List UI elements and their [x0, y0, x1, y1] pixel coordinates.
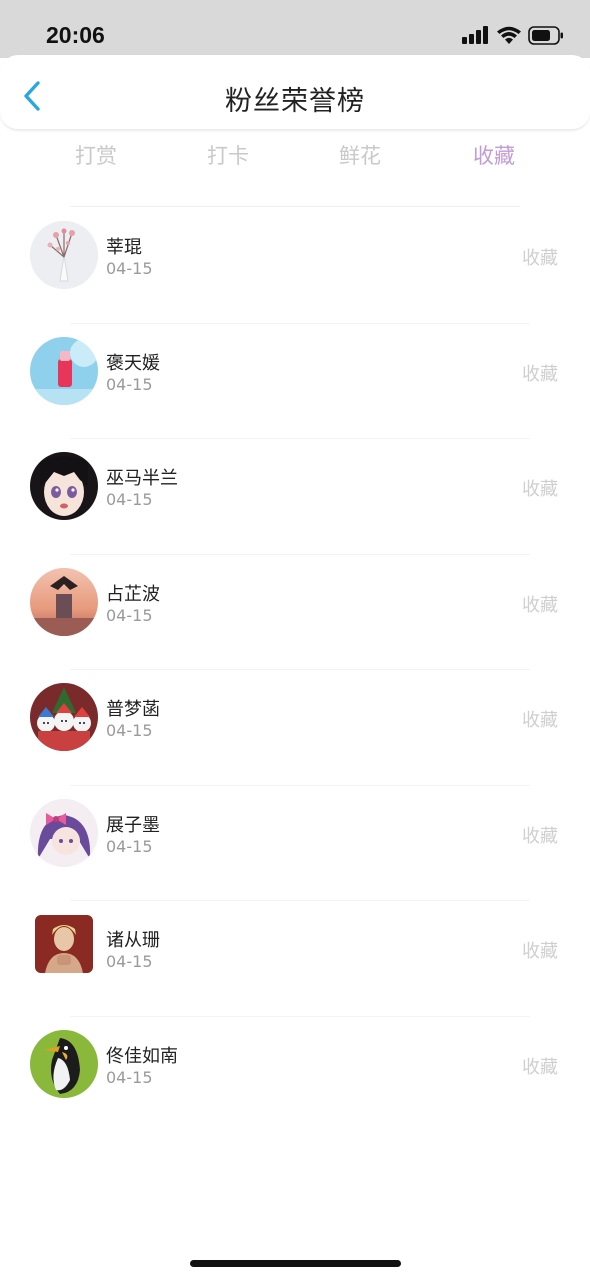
fan-action: 收藏	[522, 825, 558, 847]
tab-checkin[interactable]: 打卡	[168, 140, 288, 170]
nav-bar: 粉丝荣誉榜	[0, 55, 590, 130]
list-item[interactable]: 佟佳如南 04-15 收藏	[0, 1017, 590, 1133]
fan-action: 收藏	[522, 941, 558, 962]
status-bar: 20:06	[0, 0, 590, 58]
fan-action: 收藏	[522, 710, 558, 731]
fan-date: 04-15	[106, 259, 153, 278]
fan-list: 莘琨 04-15 收藏 褒天媛 04-15 收藏 巫马半兰 04-15 收藏 占…	[0, 208, 590, 1132]
avatar	[35, 915, 93, 973]
fan-name: 莘琨	[106, 237, 142, 258]
fan-date: 04-15	[106, 721, 153, 740]
avatar	[30, 567, 98, 636]
list-item[interactable]: 展子墨 04-15 收藏	[0, 786, 590, 901]
fan-name: 占芷波	[106, 583, 160, 605]
avatar	[30, 452, 98, 520]
list-item[interactable]: 褒天媛 04-15 收藏	[0, 324, 590, 439]
fan-action: 收藏	[522, 479, 558, 500]
list-item[interactable]: 莘琨 04-15 收藏	[0, 208, 590, 324]
fan-action: 收藏	[522, 363, 558, 385]
fan-date: 04-15	[106, 605, 153, 625]
tab-favorites[interactable]: 收藏	[434, 140, 554, 170]
fan-name: 褒天媛	[106, 352, 160, 374]
avatar	[30, 683, 98, 751]
avatar	[30, 798, 98, 867]
wifi-icon	[497, 26, 521, 44]
fan-action: 收藏	[522, 248, 558, 269]
fan-action: 收藏	[522, 594, 558, 616]
fan-date: 04-15	[106, 1067, 153, 1087]
fan-date: 04-15	[106, 952, 153, 971]
fan-date: 04-15	[106, 490, 153, 509]
list-item[interactable]: 占芷波 04-15 收藏	[0, 555, 590, 670]
avatar	[30, 1029, 98, 1098]
fan-date: 04-15	[106, 374, 153, 394]
battery-icon	[528, 26, 563, 45]
fan-name: 展子墨	[106, 814, 160, 836]
list-item[interactable]: 巫马半兰 04-15 收藏	[0, 439, 590, 555]
divider	[70, 206, 520, 207]
status-time: 20:06	[46, 22, 105, 48]
fan-action: 收藏	[522, 1056, 558, 1078]
tab-flowers[interactable]: 鲜花	[300, 140, 420, 170]
avatar	[30, 221, 98, 289]
fan-date: 04-15	[106, 836, 153, 856]
tab-bar: 打赏 打卡 鲜花 收藏	[0, 140, 590, 180]
page-title: 粉丝荣誉榜	[225, 86, 365, 117]
avatar	[30, 336, 98, 405]
list-item[interactable]: 普梦菡 04-15 收藏	[0, 670, 590, 786]
tab-reward[interactable]: 打赏	[36, 140, 156, 170]
signal-icon	[462, 26, 488, 44]
fan-name: 诸从珊	[106, 930, 160, 951]
fan-name: 巫马半兰	[106, 468, 178, 489]
home-indicator[interactable]	[190, 1260, 401, 1267]
list-item[interactable]: 诸从珊 04-15 收藏	[0, 901, 590, 1017]
fan-name: 佟佳如南	[106, 1045, 178, 1067]
fan-name: 普梦菡	[106, 699, 160, 720]
